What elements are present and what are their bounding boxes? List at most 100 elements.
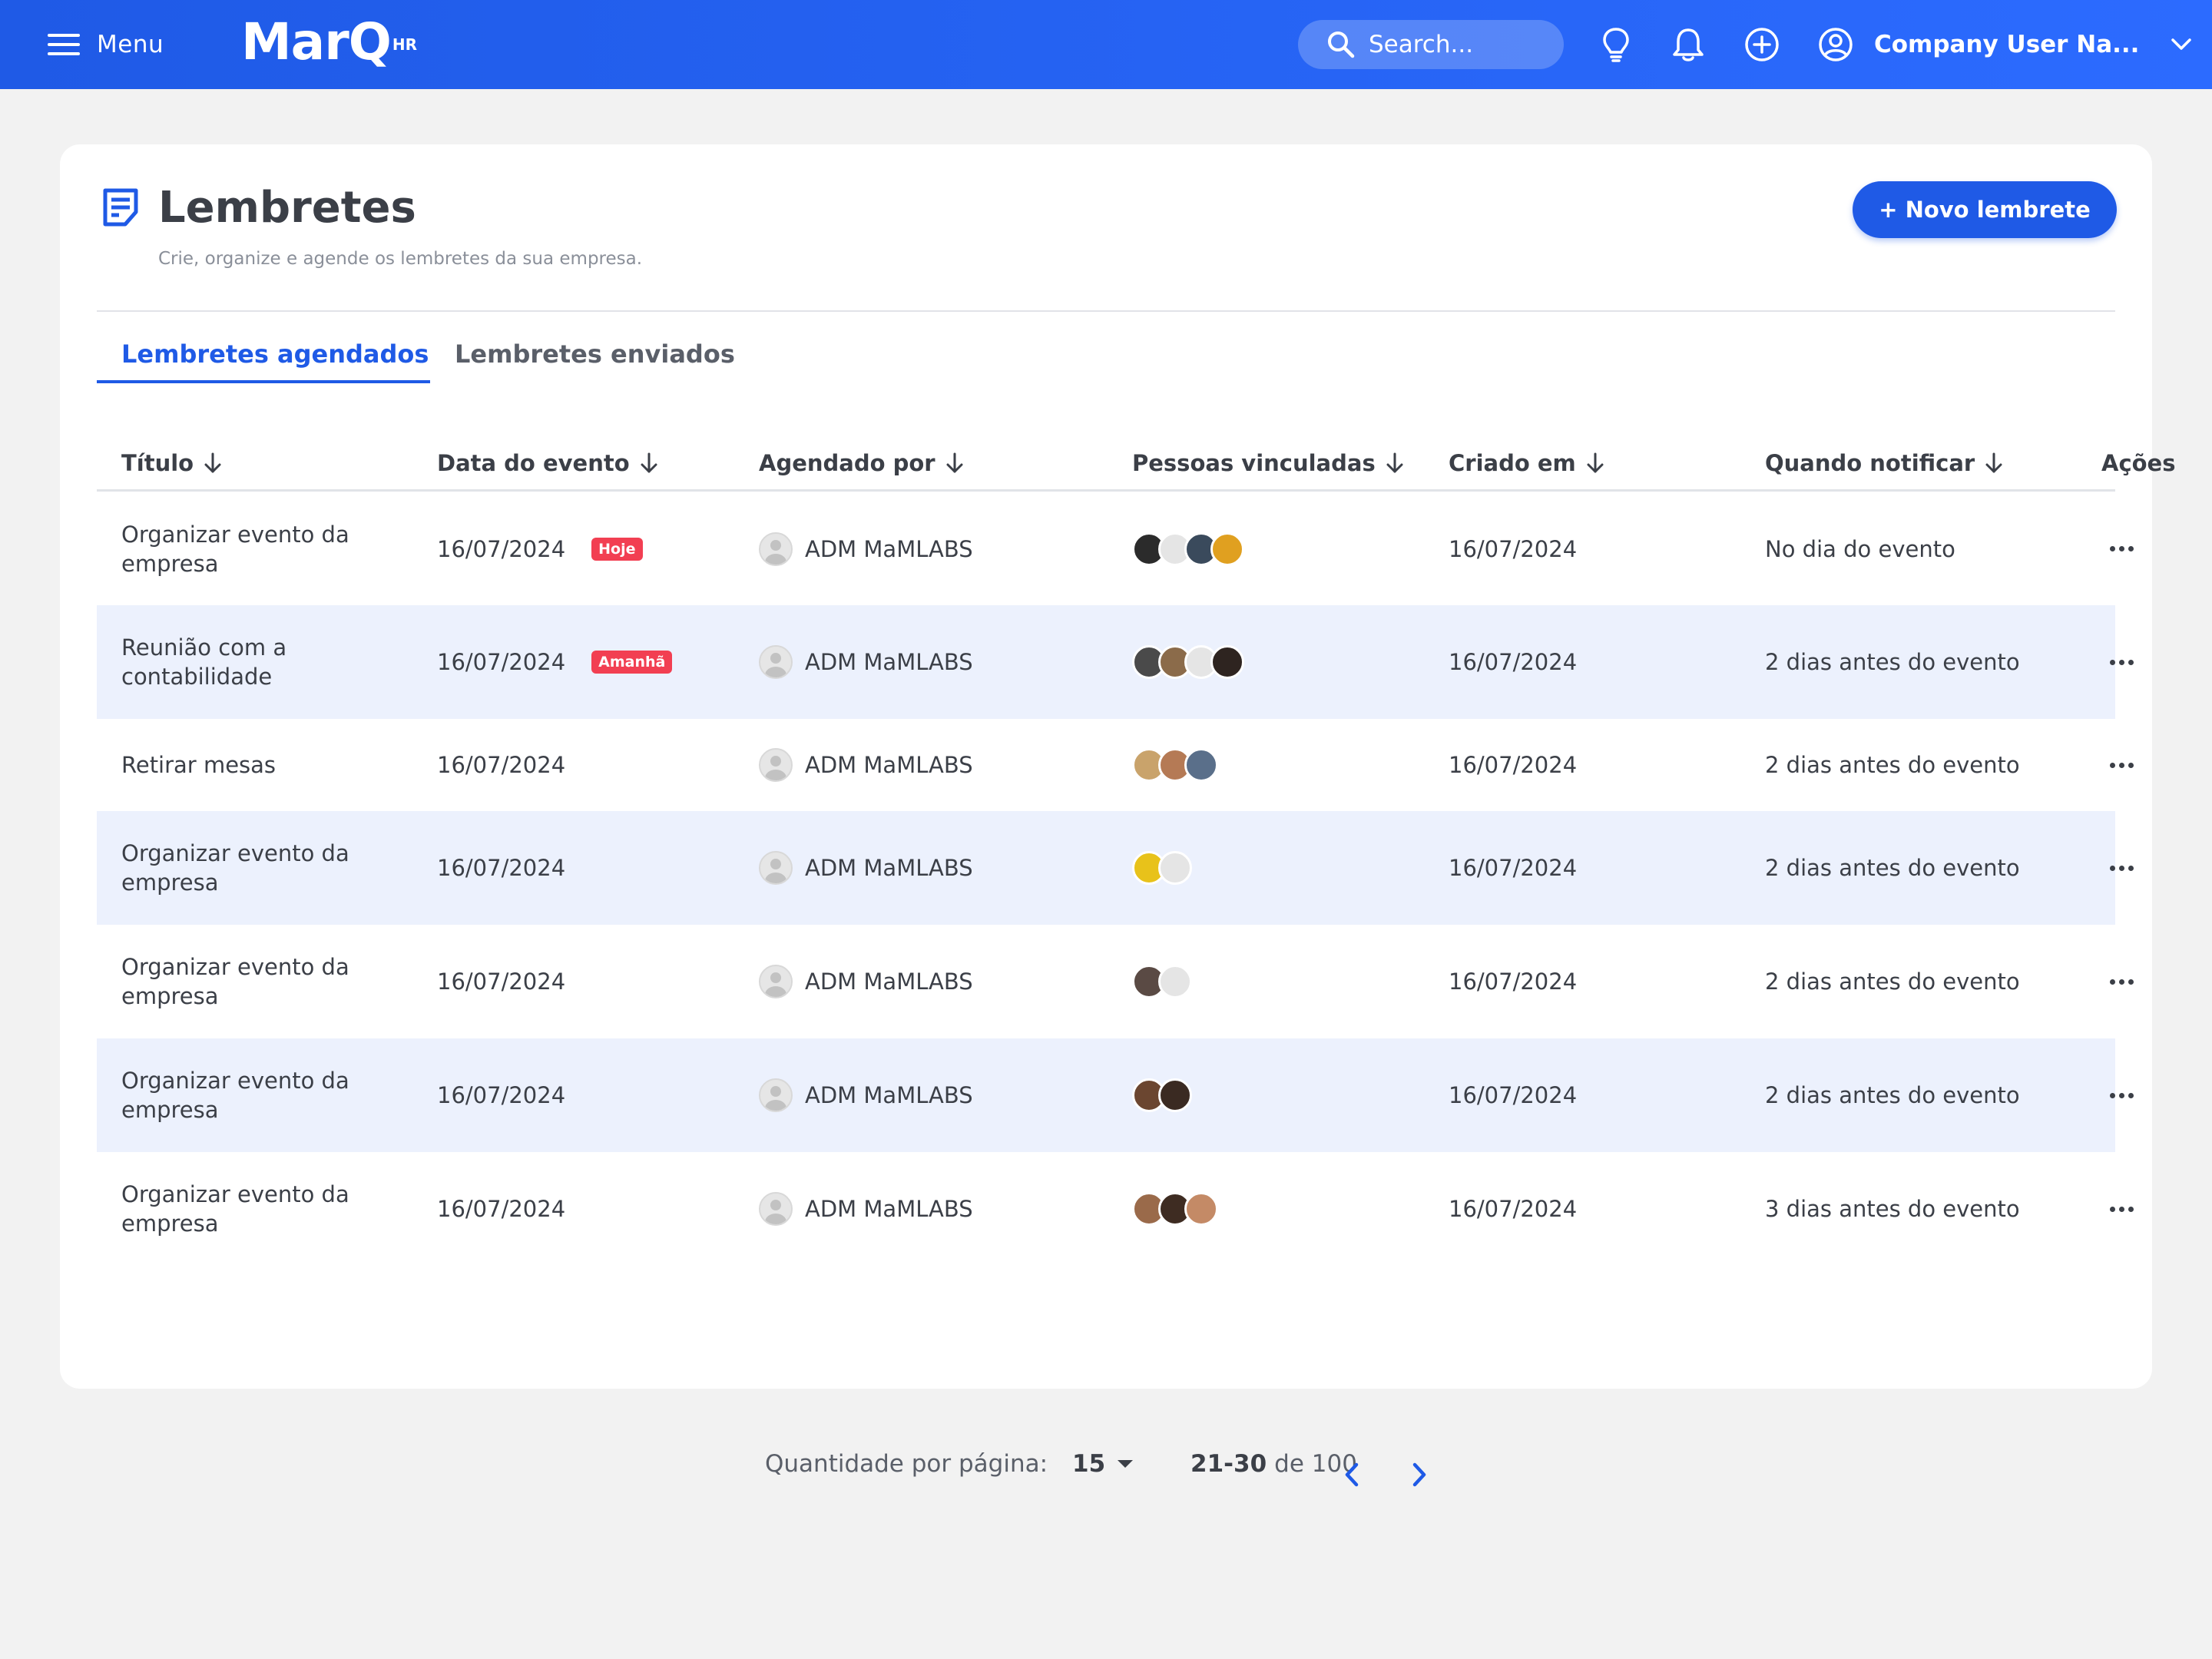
reminder-title: Organizar evento da empresa	[121, 492, 398, 605]
column-header-label: Agendado por	[759, 450, 935, 476]
notify-when: 2 dias antes do evento	[1765, 1082, 2020, 1108]
reminder-title-line: contabilidade	[121, 664, 273, 690]
created-at: 16/07/2024	[1449, 1082, 1578, 1108]
scheduled-by-cell: ADM MaMLABS	[759, 811, 973, 925]
top-navbar: Menu MarQ HR Search... Company User Na..…	[0, 0, 2212, 89]
more-horizontal-icon	[2109, 1206, 2134, 1212]
bell-icon[interactable]	[1668, 25, 1708, 65]
logo-sup: HR	[392, 35, 418, 54]
col-linked-people-header[interactable]: Pessoas vinculadas	[1132, 436, 1405, 490]
page-subtitle: Crie, organize e agende os lembretes da …	[158, 249, 643, 269]
col-actions-header: Ações	[2101, 436, 2176, 490]
column-header-label: Quando notificar	[1765, 450, 1975, 476]
chevron-right-icon	[1412, 1462, 1426, 1487]
next-page-button[interactable]	[1404, 1458, 1435, 1492]
row-actions-button[interactable]	[2098, 1038, 2144, 1152]
notify-when: No dia do evento	[1765, 535, 1955, 562]
reminder-title-line: empresa	[121, 1210, 219, 1237]
column-header-label: Criado em	[1449, 450, 1576, 476]
reminder-title-line: Retirar mesas	[121, 752, 276, 778]
active-tab-indicator	[97, 380, 430, 383]
row-actions-button[interactable]	[2098, 811, 2144, 925]
notify-when: 2 dias antes do evento	[1765, 649, 2020, 675]
person-avatar	[1210, 645, 1244, 679]
table-row[interactable]: Organizar evento da empresa 16/07/2024 ADM …	[97, 1038, 2134, 1152]
note-icon	[103, 188, 138, 227]
column-header-label: Data do evento	[437, 450, 630, 476]
tab-sent[interactable]: Lembretes enviados	[455, 339, 735, 369]
event-date: 16/07/2024	[437, 1196, 566, 1222]
notify-when: 3 dias antes do evento	[1765, 1196, 2020, 1222]
col-event-date-header[interactable]: Data do evento	[437, 436, 659, 490]
scheduled-by-cell: ADM MaMLABS	[759, 719, 973, 811]
row-actions-button[interactable]	[2098, 605, 2144, 719]
row-actions-button[interactable]	[2098, 925, 2144, 1038]
row-actions-button[interactable]	[2098, 719, 2144, 811]
linked-people-avatars[interactable]	[1132, 811, 1192, 925]
person-avatar	[1184, 1192, 1218, 1226]
event-date-cell: 16/07/2024	[437, 925, 565, 1038]
person-avatar	[1210, 531, 1244, 566]
table-row[interactable]: Organizar evento da empresa 16/07/2024 ADM …	[97, 811, 2134, 925]
scheduled-by-name: ADM MaMLABS	[805, 535, 973, 562]
new-reminder-button[interactable]: + Novo lembrete	[1853, 181, 2117, 238]
person-avatar	[1158, 1078, 1192, 1112]
search-input[interactable]: Search...	[1298, 20, 1564, 69]
user-avatar	[759, 645, 793, 679]
created-at: 16/07/2024	[1449, 535, 1578, 562]
reminder-title-line: empresa	[121, 550, 219, 577]
event-date-cell: 16/07/2024 Amanhã	[437, 605, 673, 719]
hamburger-icon	[48, 34, 80, 55]
reminder-title-line: Organizar evento da	[121, 521, 349, 548]
previous-page-button[interactable]	[1336, 1458, 1367, 1492]
row-actions-button[interactable]	[2098, 492, 2144, 605]
sort-arrow-down-icon	[946, 452, 963, 473]
reminders-card: Lembretes Crie, organize e agende os lem…	[60, 144, 2176, 1487]
more-horizontal-icon	[2109, 1092, 2134, 1098]
reminder-title-line: Reunião com a	[121, 634, 287, 661]
event-date-cell: 16/07/2024	[437, 1152, 565, 1266]
per-page-select[interactable]: 15	[1072, 1450, 1134, 1478]
person-avatar	[1158, 965, 1192, 998]
created-at: 16/07/2024	[1449, 1196, 1578, 1222]
user-avatar-icon	[1819, 28, 1853, 61]
notify-when: 2 dias antes do evento	[1765, 855, 2020, 881]
col-title-header[interactable]: Título	[121, 436, 223, 490]
scheduled-by-name: ADM MaMLABS	[805, 752, 973, 778]
event-date: 16/07/2024	[437, 649, 566, 675]
table-row[interactable]: Reunião com a contabilidade 16/07/2024 Aman…	[97, 605, 2134, 719]
menu-button[interactable]: Menu	[48, 23, 164, 66]
chevron-left-icon	[1345, 1462, 1359, 1487]
col-when-notify-header[interactable]: Quando notificar	[1765, 436, 2004, 490]
search-icon	[1328, 31, 1355, 58]
user-avatar	[759, 1192, 793, 1226]
linked-people-avatars[interactable]	[1132, 492, 1244, 605]
col-created-at-header[interactable]: Criado em	[1449, 436, 1605, 490]
sort-arrow-down-icon	[1386, 452, 1403, 473]
lightbulb-icon[interactable]	[1596, 25, 1636, 65]
tab-scheduled[interactable]: Lembretes agendados	[121, 339, 429, 369]
reminder-title: Retirar mesas	[121, 719, 398, 811]
linked-people-avatars[interactable]	[1132, 605, 1244, 719]
table-row[interactable]: Organizar evento da empresa 16/07/2024 ADM …	[97, 1152, 2134, 1266]
col-scheduled-by-header[interactable]: Agendado por	[759, 436, 965, 490]
table-row[interactable]: Retirar mesas 16/07/2024 ADM MaMLABS 16/07/…	[97, 719, 2134, 811]
table-row[interactable]: Organizar evento da empresa 16/07/2024 ADM …	[97, 925, 2134, 1038]
add-circle-icon[interactable]	[1742, 25, 1782, 65]
user-avatar	[759, 851, 793, 885]
column-header-label: Ações	[2101, 450, 2176, 476]
marq-hr-logo[interactable]: MarQ HR	[241, 15, 417, 69]
table-row[interactable]: Organizar evento da empresa 16/07/2024 Hoje…	[97, 492, 2134, 605]
linked-people-avatars[interactable]	[1132, 925, 1192, 1038]
created-at: 16/07/2024	[1449, 969, 1578, 995]
person-avatar	[1184, 748, 1218, 782]
search-placeholder: Search...	[1369, 31, 1474, 58]
linked-people-avatars[interactable]	[1132, 719, 1218, 811]
caret-down-icon	[1118, 1460, 1134, 1468]
linked-people-avatars[interactable]	[1132, 1152, 1218, 1266]
linked-people-avatars[interactable]	[1132, 1038, 1192, 1152]
user-menu[interactable]: Company User Na...	[1817, 23, 2193, 66]
scheduled-by-name: ADM MaMLABS	[805, 969, 973, 995]
row-actions-button[interactable]	[2098, 1152, 2144, 1266]
table-header: Título Data do evento Agendado por Pessoas …	[97, 436, 2176, 492]
